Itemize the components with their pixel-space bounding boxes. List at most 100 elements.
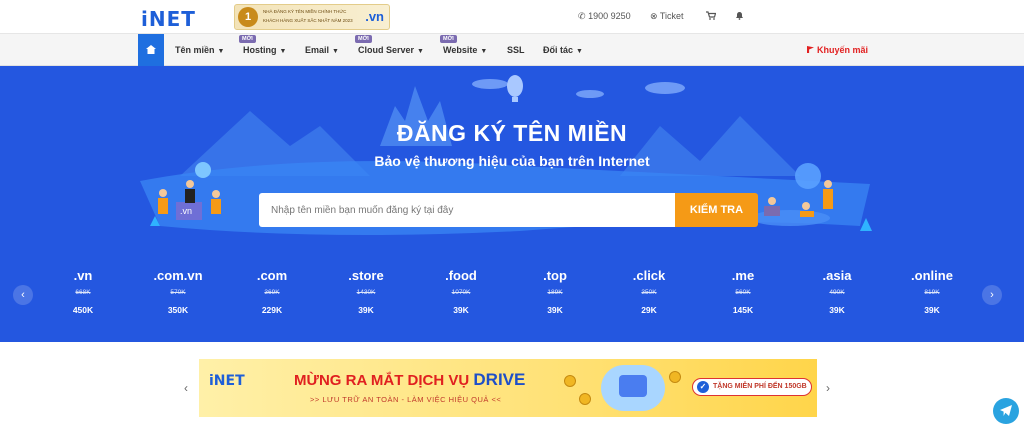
promo-link[interactable]: Khuyến mãi — [807, 45, 868, 55]
caret-down-icon: ▼ — [332, 48, 339, 55]
hero-title: ĐĂNG KÝ TÊN MIỀN — [396, 120, 628, 146]
flag-icon — [807, 46, 814, 53]
award-banner[interactable]: 1 NHÀ ĐĂNG KÝ TÊN MIỀN CHÍNH THỨC KHÁCH … — [234, 4, 390, 30]
domain-ext: .online — [911, 268, 953, 283]
domain-ext: .store — [348, 268, 384, 283]
bell-icon[interactable] — [735, 11, 744, 22]
top-bar: iNET 1 NHÀ ĐĂNG KÝ TÊN MIỀN CHÍNH THỨC K… — [0, 0, 1024, 34]
caret-down-icon: ▼ — [279, 48, 287, 55]
domain-new-price: 39K — [358, 305, 374, 315]
nav-ssl-label: SSL — [507, 45, 525, 55]
domain-price-item[interactable]: .asia 490K 39K — [792, 268, 882, 315]
banner-drive-text: DRIVE — [473, 370, 526, 389]
nav-email[interactable]: Email ▼ — [305, 45, 339, 55]
award-line-2: KHÁCH HÀNG XUẤT SẮC NHẤT NĂM 2023 — [263, 18, 353, 23]
domain-price-item[interactable]: .click 350K 29K — [604, 268, 694, 315]
domain-ext: .com.vn — [153, 268, 203, 283]
domain-old-price: 369K — [264, 289, 280, 296]
ticket-label: Ticket — [659, 11, 684, 21]
telegram-button[interactable] — [993, 398, 1019, 424]
new-badge-cloud: MỚI — [355, 35, 372, 43]
domain-price-item[interactable]: .com.vn 570K 350K — [133, 268, 223, 315]
drive-promo-banner[interactable]: iNET MỪNG RA MẮT DỊCH VỤ DRIVE >> LƯU TR… — [199, 359, 817, 417]
domain-ext: .click — [632, 268, 666, 283]
home-icon — [146, 45, 156, 54]
domain-price-item[interactable]: .online 819K 39K — [887, 268, 977, 315]
hotline[interactable]: ✆ 1900 9250 — [578, 11, 631, 22]
domain-old-price: 668K — [75, 289, 91, 296]
domain-ext: .food — [445, 268, 477, 283]
domain-old-price: 560K — [735, 289, 751, 296]
domain-ext: .vn — [73, 268, 93, 283]
caret-down-icon: ▼ — [417, 48, 424, 55]
chevron-left-icon: ‹ — [184, 381, 188, 395]
vn-sign: .vn — [180, 206, 193, 216]
inet-logo[interactable]: iNET — [141, 7, 196, 31]
cloud-drive-icon — [601, 365, 665, 411]
nav-cloud-server-label: Cloud Server — [358, 45, 415, 55]
caret-down-icon: ▼ — [576, 48, 583, 55]
domain-price-item[interactable]: .com 369K 229K — [227, 268, 317, 315]
home-button[interactable] — [138, 34, 164, 66]
check-domain-button[interactable]: KIỂM TRA — [675, 193, 758, 227]
nav-hosting-label: Hosting — [243, 45, 277, 55]
domain-old-price: 350K — [641, 289, 657, 296]
new-badge-hosting: MỚI — [239, 35, 256, 43]
coin-icon — [669, 371, 681, 383]
free-storage-text: TẶNG MIỄN PHÍ ĐẾN 150GB — [713, 383, 807, 390]
domain-new-price: 39K — [547, 305, 563, 315]
domain-old-price: 1430K — [356, 289, 376, 296]
domain-new-price: 145K — [732, 305, 754, 315]
award-tld: .vn — [365, 9, 384, 24]
nav-partner[interactable]: Đối tác ▼ — [543, 45, 583, 55]
caret-down-icon: ▼ — [217, 48, 225, 55]
domain-old-price: 1070K — [451, 289, 471, 296]
new-badge-website: MỚI — [440, 35, 457, 43]
domain-new-price: 450K — [72, 305, 94, 315]
caret-down-icon: ▼ — [480, 48, 488, 55]
check-icon: ✓ — [697, 381, 709, 393]
domain-price-item[interactable]: .store 1430K 39K — [321, 268, 411, 315]
chevron-right-icon: › — [990, 289, 994, 301]
banner-next-button[interactable]: › — [826, 381, 830, 395]
nav-domain[interactable]: Tên miền ▼ — [175, 45, 224, 55]
domain-price-item[interactable]: .food 1070K 39K — [416, 268, 506, 315]
promo-label: Khuyến mãi — [817, 45, 869, 55]
medal-icon: 1 — [238, 7, 258, 27]
domain-new-price: 350K — [167, 305, 189, 315]
chevron-left-icon: ‹ — [21, 289, 25, 301]
hero-section: .vn ĐĂNG KÝ TÊN MIỀN Bảo vệ thương hiệu … — [0, 66, 1024, 342]
main-nav: Tên miền ▼ MỚI Hosting ▼ Email ▼ MỚI Cloud … — [0, 34, 1024, 66]
telegram-icon — [1000, 405, 1012, 416]
carousel-next-button[interactable]: › — [982, 285, 1002, 305]
ticket-link[interactable]: ⊗ Ticket — [650, 11, 684, 22]
hero-subtitle: Bảo vệ thương hiệu của bạn trên Internet — [374, 153, 650, 169]
coin-icon — [579, 393, 591, 405]
domain-old-price: 570K — [170, 289, 186, 296]
domain-old-price: 490K — [829, 289, 845, 296]
free-storage-badge: ✓ TẶNG MIỄN PHÍ ĐẾN 150GB — [692, 378, 812, 396]
carousel-prev-button[interactable]: ‹ — [13, 285, 33, 305]
coin-icon — [564, 375, 576, 387]
nav-website-label: Website — [443, 45, 478, 55]
domain-ext: .asia — [822, 268, 852, 283]
domain-price-item[interactable]: .vn 668K 450K — [38, 268, 128, 315]
domain-old-price: 189K — [547, 289, 563, 296]
domain-new-price: 39K — [924, 305, 940, 315]
banner-headline: MỪNG RA MẮT DỊCH VỤ DRIVE — [294, 370, 525, 390]
nav-domain-label: Tên miền — [175, 45, 215, 55]
domain-price-item[interactable]: .me 560K 145K — [698, 268, 788, 315]
nav-hosting[interactable]: Hosting ▼ — [243, 45, 286, 55]
server-icon — [619, 375, 647, 397]
banner-tagline: >> LƯU TRỮ AN TOÀN - LÀM VIỆC HIỆU QUẢ <… — [310, 395, 502, 404]
domain-price-item[interactable]: .top 189K 39K — [510, 268, 600, 315]
banner-prev-button[interactable]: ‹ — [184, 381, 188, 395]
domain-ext: .me — [731, 268, 755, 283]
nav-cloud-server[interactable]: Cloud Server ▼ — [358, 45, 424, 55]
cart-icon[interactable] — [706, 11, 717, 22]
domain-search-input[interactable] — [259, 193, 675, 227]
domain-new-price: 39K — [829, 305, 845, 315]
nav-ssl[interactable]: SSL — [507, 45, 525, 55]
phone-icon: ✆ — [578, 11, 586, 21]
nav-website[interactable]: Website ▼ — [443, 45, 487, 55]
